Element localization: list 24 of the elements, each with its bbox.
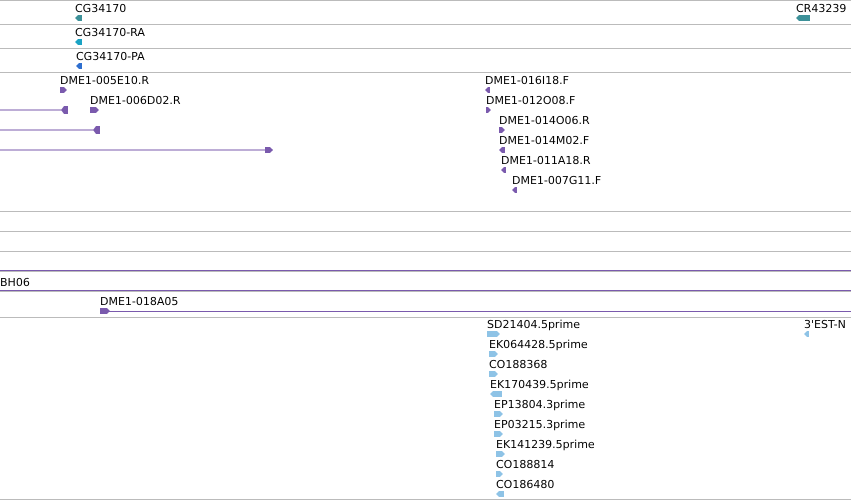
feature-label: DME1-011A18.R xyxy=(501,154,591,167)
feature-label: EP03215.3prime xyxy=(494,418,586,431)
feature-label: CG34170-RA xyxy=(75,26,145,39)
feature-label: CG34170-PA xyxy=(76,50,145,63)
feature-label: DME1-016I18.F xyxy=(485,74,569,87)
feature-label: DME1-018A05 xyxy=(100,295,178,308)
feature-label: SD21404.5prime xyxy=(487,318,580,331)
feature-label: DME1-014O06.R xyxy=(499,114,590,127)
feature-label: DME1-012O08.F xyxy=(486,94,576,107)
feature-label: 3'EST-N xyxy=(804,318,846,331)
feature-label: CR43239 xyxy=(796,2,846,15)
feature-label: DME1-014M02.F xyxy=(499,134,590,147)
feature-label: EK170439.5prime xyxy=(490,378,589,391)
feature-label: DME1-007G11.F xyxy=(512,174,602,187)
feature-label: DME1-005E10.R xyxy=(60,74,149,87)
feature-label: CG34170 xyxy=(75,2,126,15)
feature-label: CO186480 xyxy=(496,478,554,491)
feature-label: EP13804.3prime xyxy=(494,398,586,411)
feature-label: DME1-006D02.R xyxy=(90,94,180,107)
feature-label: EK141239.5prime xyxy=(496,438,595,451)
feature-label: CO188814 xyxy=(496,458,554,471)
feature-label: CO188368 xyxy=(489,358,548,371)
feature-label: BH06 xyxy=(0,276,30,289)
feature-label: EK064428.5prime xyxy=(489,338,588,351)
